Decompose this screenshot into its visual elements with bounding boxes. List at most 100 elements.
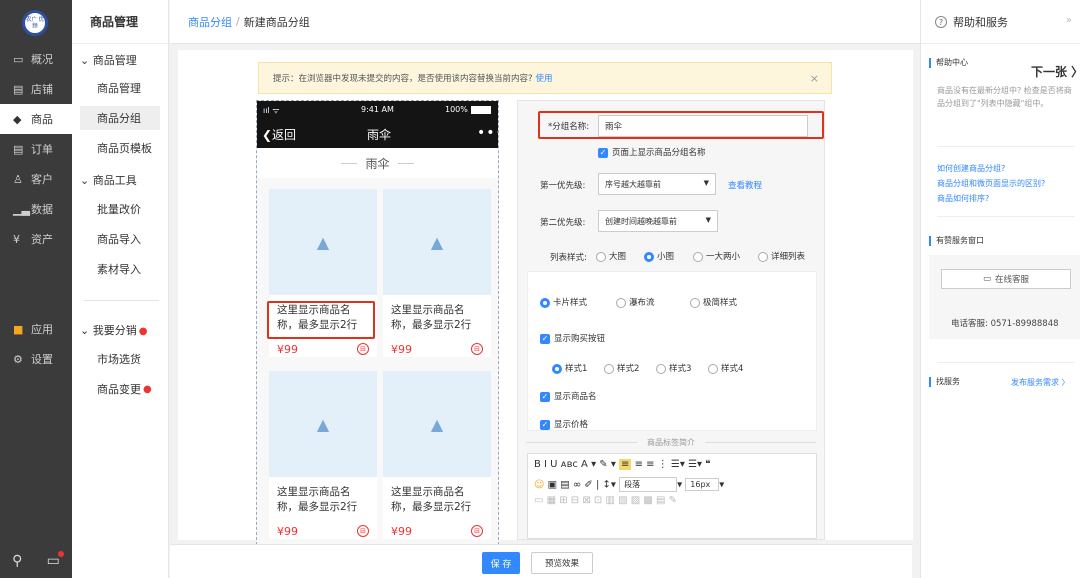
sidebar-item-data[interactable]: ▁▃ 数据 <box>0 194 72 224</box>
radio-style1[interactable]: 样式1 <box>552 362 587 374</box>
editor-toolbar-row3[interactable]: ▭ ▦ ⊞ ⊟ ⊠ ⊡ ▥ ▧ ▨ ▩ ▤ ✎ <box>534 495 677 506</box>
product-card[interactable]: ▲ 这里显示商品名称，最多显示2行 ¥99 ⊟ <box>383 371 491 539</box>
search-icon[interactable]: ⚲ <box>12 553 22 569</box>
subnav-item-goods-groups[interactable]: 商品分组 <box>80 106 160 130</box>
radio-style4[interactable]: 样式4 <box>708 362 743 374</box>
emoji-icon[interactable]: ☺ <box>534 480 544 491</box>
subnav-item-goods-change[interactable]: 商品变更 ● <box>80 377 160 401</box>
subnav-item-goods-management[interactable]: 商品管理 <box>80 76 160 100</box>
show-product-name-checkbox[interactable]: ✓ 显示商品名 <box>540 390 597 402</box>
list-icon: ▤ <box>13 142 24 156</box>
subnav-item-batch-price[interactable]: 批量改价 <box>80 197 160 221</box>
tutorial-link[interactable]: 查看教程 <box>728 179 762 191</box>
format-buttons[interactable]: B I U ᴀʙᴄ A ▾ ✎ ▾ <box>534 459 616 470</box>
sidebar-item-label: 商品 <box>31 113 53 126</box>
show-price-checkbox[interactable]: ✓ 显示价格 <box>540 418 588 430</box>
preview-button[interactable]: 预览效果 <box>531 552 593 574</box>
red-dot-icon: ● <box>143 383 152 395</box>
app: 农广 优频 ▭ 概况 ▤ 店铺 ◆ 商品 ▤ 订单 ♙ 客户 ▁▃ 数据 ¥ 资产 ■ 应用 ⚙… <box>0 0 1080 578</box>
notice-use-link[interactable]: 使用 <box>536 72 553 84</box>
radio-detail-list[interactable]: 详细列表 <box>758 250 805 262</box>
subnav-group-distribution[interactable]: ⌄ 我要分销 ● <box>80 322 147 338</box>
category-title-text: 雨伞 <box>365 156 390 171</box>
radio-waterfall[interactable]: 瀑布流 <box>616 296 655 308</box>
radio-card-style[interactable]: 卡片样式 <box>540 296 587 308</box>
radio-icon <box>616 297 626 308</box>
sidebar-item-overview[interactable]: ▭ 概况 <box>0 44 72 74</box>
sidebar-item-label: 设置 <box>31 353 53 366</box>
collapse-icon[interactable]: » <box>1066 15 1072 26</box>
sidebar-item-customers[interactable]: ♙ 客户 <box>0 164 72 194</box>
radio-style2[interactable]: 样式2 <box>604 362 639 374</box>
cart-icon[interactable]: ⊟ <box>357 525 369 537</box>
priority1-select[interactable]: 序号越大越靠前 ▼ <box>598 173 716 195</box>
paragraph-select[interactable]: 段落 <box>619 477 678 492</box>
subnav-item-import-goods[interactable]: 商品导入 <box>80 227 160 251</box>
subnav-group-label: 商品工具 <box>92 174 137 187</box>
breadcrumb: 商品分组 / 新建商品分组 <box>170 0 920 44</box>
back-button[interactable]: ❮返回 <box>262 126 296 143</box>
sidebar-item-apps[interactable]: ■ 应用 <box>0 314 72 344</box>
priority2-select[interactable]: 创建时间越晚越靠前 ▼ <box>598 210 718 232</box>
check-icon: ✓ <box>540 333 550 344</box>
help-link[interactable]: 如何创建商品分组? <box>937 162 1005 175</box>
rich-text-editor[interactable]: B I U ᴀʙᴄ A ▾ ✎ ▾ ≡ ≡ ≡ ⋮ ☰▾ ☰▾ ❝ ☺ ▣ ▤ … <box>527 453 817 539</box>
radio-label: 样式2 <box>617 364 640 374</box>
radio-style3[interactable]: 样式3 <box>656 362 691 374</box>
subnav-item-market[interactable]: 市场选货 <box>80 347 160 371</box>
radio-one-big-two-small[interactable]: 一大两小 <box>693 250 740 262</box>
divider <box>937 362 1075 363</box>
help-link[interactable]: 商品分组和微页面显示的区别? <box>937 177 1045 190</box>
sidebar-item-settings[interactable]: ⚙ 设置 <box>0 344 72 374</box>
radio-minimal-style[interactable]: 极简样式 <box>690 296 737 308</box>
phone-service-text: 电话客服: 0571-89988848 <box>951 319 1059 329</box>
person-icon: ♙ <box>13 172 23 186</box>
cart-icon[interactable]: ⊟ <box>471 525 483 537</box>
video-icon[interactable]: ▤ <box>560 480 569 491</box>
chat-icon[interactable]: ▭ <box>47 551 64 569</box>
breadcrumb-parent-link[interactable]: 商品分组 <box>188 14 232 30</box>
chat-icon: ▭ <box>982 274 991 284</box>
cart-icon[interactable]: ⊟ <box>357 343 369 355</box>
subnav-item-page-template[interactable]: 商品页模板 <box>80 136 160 160</box>
sidebar-bottom-bar: ⚲ ▭ <box>0 544 72 578</box>
battery-icon <box>471 106 491 114</box>
logo[interactable]: 农广 优频 <box>22 10 48 36</box>
divider <box>397 162 414 164</box>
editor-toolbar-row1[interactable]: B I U ᴀʙᴄ A ▾ ✎ ▾ ≡ ≡ ≡ ⋮ ☰▾ ☰▾ ❝ <box>534 459 711 470</box>
align-left-icon[interactable]: ≡ <box>619 459 632 470</box>
sidebar-item-label: 资产 <box>31 233 53 246</box>
radio-small-image[interactable]: 小图 <box>644 250 674 262</box>
online-service-button[interactable]: ▭ 在线客服 <box>941 269 1071 289</box>
font-size-select[interactable]: 16px <box>685 478 720 491</box>
radio-label: 极简样式 <box>703 298 738 308</box>
radio-checked-icon <box>552 363 562 374</box>
product-card[interactable]: ▲ 这里显示商品名称，最多显示2行 ¥99 ⊟ <box>269 371 377 539</box>
subnav-group-tools[interactable]: ⌄ 商品工具 <box>80 172 137 188</box>
secondary-sidebar-title: 商品管理 <box>72 0 168 44</box>
editor-toolbar-row2[interactable]: ☺ ▣ ▤ ∞ ✐ | ↕▾ 段落 ▾ 16px ▾ <box>534 477 724 492</box>
show-buy-button-checkbox[interactable]: ✓ 显示购买按钮 <box>540 332 605 344</box>
sidebar-item-goods[interactable]: ◆ 商品 <box>0 104 72 134</box>
sidebar-item-assets[interactable]: ¥ 资产 <box>0 224 72 254</box>
image-icon[interactable]: ▣ <box>548 480 557 491</box>
tag-icon: ◆ <box>13 112 22 126</box>
close-icon[interactable]: × <box>810 72 819 85</box>
divider <box>937 146 1075 147</box>
radio-large-image[interactable]: 大图 <box>596 250 626 262</box>
help-link[interactable]: 商品如何排序? <box>937 192 989 205</box>
publish-service-link[interactable]: 发布服务需求 〉 <box>1011 376 1070 389</box>
sidebar-item-store[interactable]: ▤ 店铺 <box>0 74 72 104</box>
sidebar-item-orders[interactable]: ▤ 订单 <box>0 134 72 164</box>
radio-label: 样式1 <box>565 364 588 374</box>
subnav-item-import-materials[interactable]: 素材导入 <box>80 257 160 281</box>
find-service-title: 找服务 <box>929 377 960 387</box>
more-icon[interactable]: ••• <box>477 125 498 141</box>
next-page-label[interactable]: 下一张 〉 <box>1031 63 1080 80</box>
image-placeholder-icon: ▲ <box>316 232 330 252</box>
product-card[interactable]: ▲ 这里显示商品名称，最多显示2行 ¥99 ⊟ <box>383 189 491 357</box>
subnav-group-goods[interactable]: ⌄ 商品管理 <box>80 52 137 68</box>
show-group-name-checkbox[interactable]: ✓ 页面上显示商品分组名称 <box>598 146 706 158</box>
save-button[interactable]: 保 存 <box>482 552 520 574</box>
cart-icon[interactable]: ⊟ <box>471 343 483 355</box>
